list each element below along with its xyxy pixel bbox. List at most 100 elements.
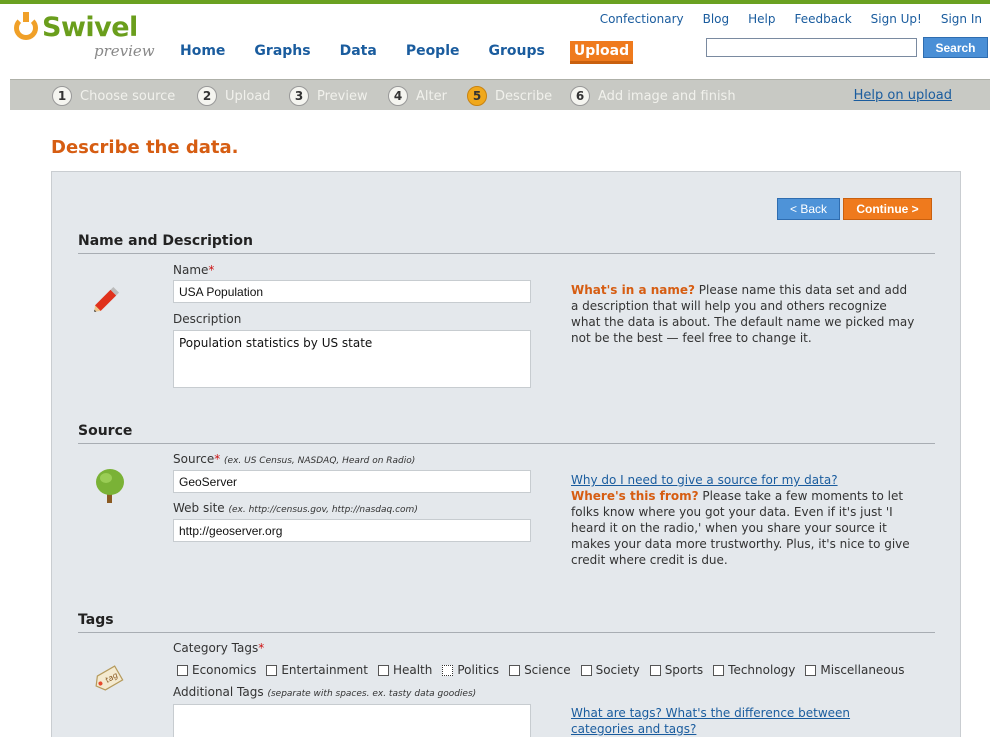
required-marker: * <box>258 641 265 655</box>
section-divider <box>78 443 935 444</box>
name-help-lead: What's in a name? <box>571 283 695 297</box>
utility-link-blog[interactable]: Blog <box>703 12 730 26</box>
utility-link-feedback[interactable]: Feedback <box>795 12 852 26</box>
logo-wordmark: Swivel <box>42 12 138 43</box>
website-hint: (ex. http://census.gov, http://nasdaq.co… <box>228 505 418 515</box>
source-input[interactable] <box>173 470 531 493</box>
website-label-text: Web site <box>173 501 225 515</box>
utility-link-help[interactable]: Help <box>748 12 775 26</box>
step-upload: 2 Upload <box>197 86 271 106</box>
checkbox-box[interactable] <box>805 664 817 676</box>
additional-tags-hint: (separate with spaces. ex. tasty data go… <box>267 689 477 699</box>
category-checkbox-entertainment[interactable]: Entertainment <box>266 663 368 677</box>
checkbox-label: Health <box>392 663 433 677</box>
checkbox-label: Entertainment <box>281 663 368 677</box>
checkbox-box[interactable] <box>442 664 454 676</box>
category-checkbox-miscellaneous[interactable]: Miscellaneous <box>805 663 905 677</box>
additional-tags-label-text: Additional Tags <box>173 685 264 699</box>
checkbox-box[interactable] <box>580 664 592 676</box>
tags-help-text: What are tags? What's the difference bet… <box>571 705 916 737</box>
nav-home[interactable]: Home <box>180 43 225 66</box>
required-marker: * <box>208 263 215 277</box>
tags-help-link[interactable]: What are tags? What's the difference bet… <box>571 706 850 736</box>
category-checkbox-politics[interactable]: Politics <box>442 663 499 677</box>
source-help-link[interactable]: Why do I need to give a source for my da… <box>571 473 838 487</box>
nav-upload[interactable]: Upload <box>569 41 634 64</box>
page-title: Describe the data. <box>51 137 239 158</box>
website-input[interactable] <box>173 519 531 542</box>
step-label: Upload <box>225 88 271 104</box>
step-preview: 3 Preview <box>289 86 368 106</box>
description-textarea[interactable]: Population statistics by US state <box>173 330 531 388</box>
section-divider <box>78 253 935 254</box>
checkbox-box[interactable] <box>266 664 278 676</box>
step-number: 1 <box>52 86 72 106</box>
nav-groups[interactable]: Groups <box>489 43 545 66</box>
category-checkboxes: Economics Entertainment Health Politics … <box>177 663 915 677</box>
tree-icon <box>96 469 124 503</box>
checkbox-label: Economics <box>192 663 257 677</box>
search-input[interactable] <box>706 38 917 57</box>
checkbox-box[interactable] <box>177 664 188 676</box>
category-checkbox-sports[interactable]: Sports <box>649 663 704 677</box>
step-describe: 5 Describe <box>467 86 552 106</box>
source-help-text: Why do I need to give a source for my da… <box>571 472 916 568</box>
top-accent-bar <box>0 0 990 4</box>
checkbox-label: Politics <box>457 663 500 677</box>
nav-data[interactable]: Data <box>340 43 377 66</box>
nav-people[interactable]: People <box>406 43 460 66</box>
section-divider <box>78 632 935 633</box>
step-label: Choose source <box>80 88 176 104</box>
step-label: Preview <box>317 88 368 104</box>
required-marker: * <box>214 452 221 466</box>
utility-link-sign-up[interactable]: Sign Up! <box>871 12 922 26</box>
category-checkbox-technology[interactable]: Technology <box>713 663 795 677</box>
utility-link-confectionary[interactable]: Confectionary <box>600 12 684 26</box>
checkbox-box[interactable] <box>509 664 521 676</box>
step-number: 4 <box>388 86 408 106</box>
additional-tags-label: Additional Tags (separate with spaces. e… <box>173 685 476 699</box>
checkbox-label: Sports <box>664 663 704 677</box>
utility-link-sign-in[interactable]: Sign In <box>941 12 982 26</box>
checkbox-box[interactable] <box>649 664 661 676</box>
back-button[interactable]: < Back <box>777 198 840 220</box>
section-heading-source: Source <box>78 423 133 439</box>
pencil-icon <box>94 286 120 312</box>
category-tags-label-text: Category Tags <box>173 641 259 655</box>
name-label: Name* <box>173 263 214 277</box>
logo-tagline: preview <box>94 42 155 60</box>
category-checkbox-science[interactable]: Science <box>509 663 571 677</box>
name-input[interactable] <box>173 280 531 303</box>
step-label: Describe <box>495 88 553 104</box>
checkbox-label: Society <box>595 663 640 677</box>
tag-icon: tag <box>95 665 124 691</box>
category-checkbox-economics[interactable]: Economics <box>177 663 256 677</box>
step-add-image: 6 Add image and finish <box>570 86 736 106</box>
logo-mark-icon <box>14 12 38 40</box>
checkbox-box[interactable] <box>377 664 389 676</box>
source-hint: (ex. US Census, NASDAQ, Heard on Radio) <box>224 456 416 466</box>
step-number: 3 <box>289 86 309 106</box>
step-label: Alter <box>416 88 447 104</box>
section-heading-tags: Tags <box>78 612 114 628</box>
additional-tags-textarea[interactable] <box>173 704 531 737</box>
swivel-logo[interactable]: Swivel preview <box>12 12 162 62</box>
checkbox-label: Miscellaneous <box>820 663 905 677</box>
checkbox-box[interactable] <box>713 664 725 676</box>
nav-graphs[interactable]: Graphs <box>254 43 310 66</box>
name-help-text: What's in a name? Please name this data … <box>571 282 916 346</box>
step-alter: 4 Alter <box>388 86 447 106</box>
help-on-upload-link[interactable]: Help on upload <box>854 88 952 103</box>
category-checkbox-society[interactable]: Society <box>580 663 640 677</box>
source-label-text: Source <box>173 452 215 466</box>
step-number: 2 <box>197 86 217 106</box>
category-checkbox-health[interactable]: Health <box>377 663 433 677</box>
continue-button[interactable]: Continue > <box>843 198 932 220</box>
website-label: Web site (ex. http://census.gov, http://… <box>173 501 418 515</box>
describe-form-panel: < Back Continue > Name and Description N… <box>51 171 961 737</box>
step-choose-source: 1 Choose source <box>52 86 175 106</box>
source-label: Source* (ex. US Census, NASDAQ, Heard on… <box>173 452 415 466</box>
search-button[interactable]: Search <box>923 37 988 58</box>
description-label: Description <box>173 312 242 326</box>
section-heading-name: Name and Description <box>78 233 253 249</box>
